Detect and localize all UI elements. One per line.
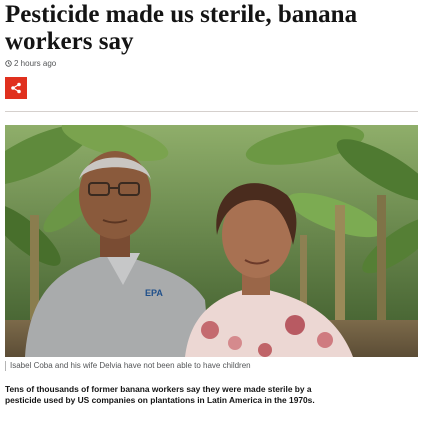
divider <box>5 111 418 112</box>
timestamp-text: 2 hours ago <box>14 59 57 68</box>
photo-caption: Isabel Coba and his wife Delvia have not… <box>5 361 251 371</box>
photo-scene: EPA <box>5 125 418 357</box>
shirt-logo: EPA <box>145 288 163 298</box>
article-timestamp: 2 hours ago <box>5 59 56 68</box>
article-lede: Tens of thousands of former banana worke… <box>5 384 315 405</box>
share-button[interactable] <box>5 77 27 99</box>
share-icon <box>11 82 21 94</box>
clock-icon <box>5 60 12 67</box>
article-photo[interactable]: EPA <box>5 125 418 357</box>
article-headline: Pesticide made us sterile, banana worker… <box>5 1 358 55</box>
